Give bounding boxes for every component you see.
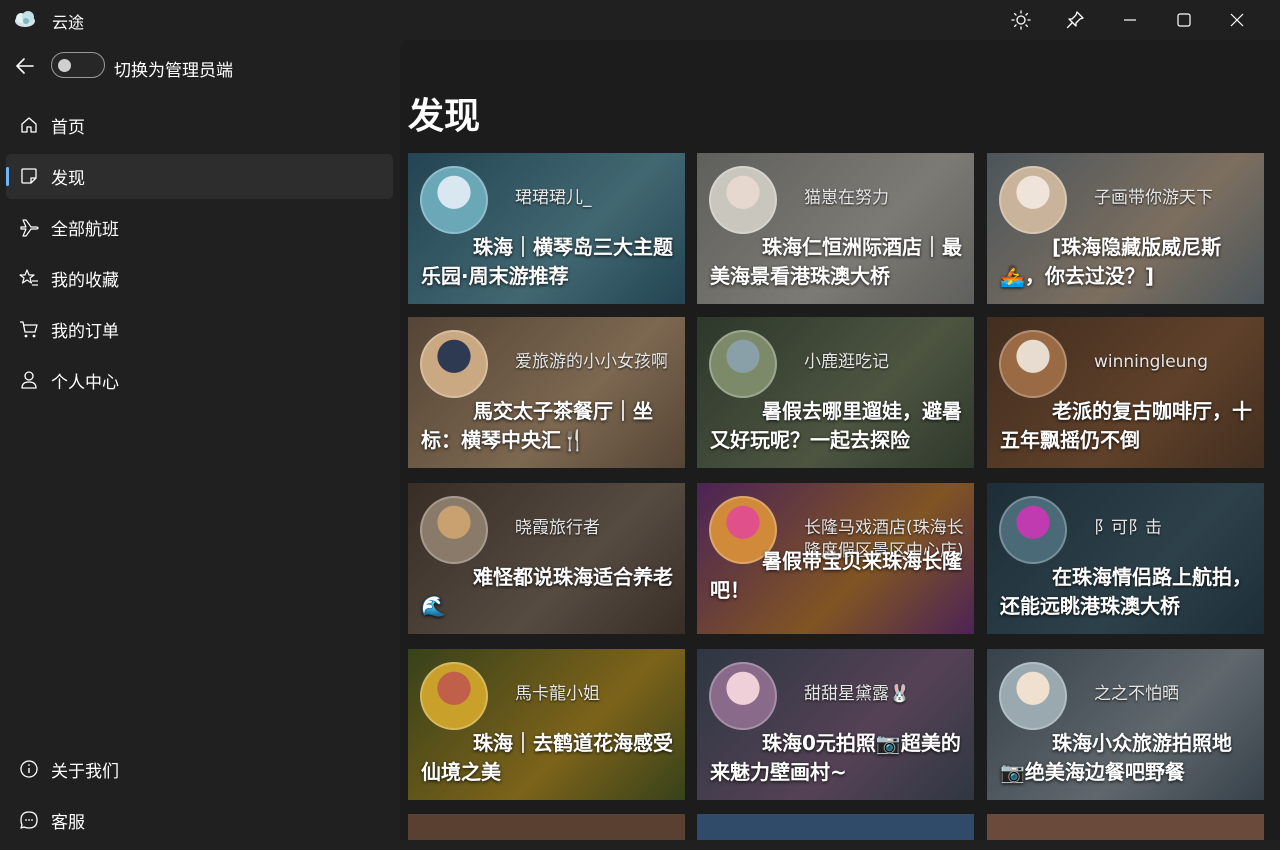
- nav-item-label: 客服: [51, 812, 85, 833]
- discover-card[interactable]: 小鹿逛吃记暑假去哪里遛娃，避暑又好玩呢？一起去探险: [697, 317, 974, 468]
- card-title: 老派的复古咖啡厅，十五年飘摇仍不倒: [1000, 399, 1252, 452]
- nav-item-favorites[interactable]: 我的收藏: [6, 256, 393, 301]
- card-title: 暑假带宝贝来珠海长隆吧！: [710, 549, 962, 602]
- cart-icon: [18, 318, 40, 340]
- discover-card[interactable]: [697, 814, 974, 840]
- nav-item-discover[interactable]: 发现: [6, 154, 393, 199]
- discover-card[interactable]: 子画带你游天下 [珠海隐藏版威尼斯🚣，你去过没？]: [987, 153, 1264, 304]
- nav-item-label: 发现: [51, 169, 85, 189]
- discover-card[interactable]: 之之不怕晒珠海小众旅游拍照地📷绝美海边餐吧野餐: [987, 649, 1264, 800]
- discover-card[interactable]: winningleung 老派的复古咖啡厅，十五年飘摇仍不倒: [987, 317, 1264, 468]
- discover-card[interactable]: 馬卡龍小姐珠海｜去鹤道花海感受仙境之美: [408, 649, 685, 800]
- discover-card[interactable]: 阝可阝击在珠海情侣路上航拍，还能远眺港珠澳大桥: [987, 483, 1264, 634]
- author-name: 猫崽在努力: [804, 188, 889, 208]
- minimize-icon: [1124, 19, 1136, 21]
- info-icon: [18, 758, 40, 780]
- author-name: 甜甜星黛露🐰: [804, 684, 911, 704]
- card-title: 珠海｜去鹤道花海感受仙境之美: [421, 731, 673, 784]
- admin-mode-toggle[interactable]: [51, 52, 105, 78]
- airplane-icon: [18, 216, 40, 238]
- note-icon: [18, 165, 40, 187]
- discover-card[interactable]: 长隆马戏酒店(珠海长隆度假区景区中心店) 暑假带宝贝来珠海长隆吧！: [697, 483, 974, 634]
- nav-item-label: 我的订单: [51, 322, 119, 342]
- app-window: 云途 切换为管理员端 首页 发现 全部航班 我的收藏 我的订单 个人中心 关于我…: [0, 0, 1280, 850]
- nav-item-support[interactable]: 客服: [6, 800, 393, 840]
- author-name: 晓霞旅行者: [515, 518, 600, 538]
- card-title: 珠海｜横琴岛三大主题乐园·周末游推荐: [421, 235, 673, 288]
- author-avatar[interactable]: [420, 166, 488, 234]
- author-avatar[interactable]: [999, 330, 1067, 398]
- author-name: 阝可阝击: [1094, 518, 1162, 538]
- home-icon: [18, 114, 40, 136]
- window-bottom-edge: [0, 840, 1280, 850]
- author-avatar[interactable]: [709, 662, 777, 730]
- nav-item-all-flights[interactable]: 全部航班: [6, 205, 393, 250]
- card-title: 珠海仁恒洲际酒店｜最美海景看港珠澳大桥: [710, 235, 962, 288]
- title-bar: 云途: [0, 0, 1280, 40]
- app-title: 云途: [52, 13, 85, 32]
- maximize-button[interactable]: [1158, 0, 1210, 40]
- discover-card[interactable]: 珺珺珺儿_ 珠海｜横琴岛三大主题乐园·周末游推荐: [408, 153, 685, 304]
- theme-toggle-button[interactable]: [995, 0, 1047, 40]
- card-title: 珠海0元拍照📷超美的来魅力壁画村~: [710, 731, 961, 784]
- maximize-icon: [1177, 13, 1191, 27]
- author-avatar[interactable]: [420, 496, 488, 564]
- author-name: 子画带你游天下: [1094, 188, 1213, 208]
- author-name: 馬卡龍小姐: [515, 684, 600, 704]
- close-icon: [1230, 13, 1244, 27]
- pin-button[interactable]: [1049, 0, 1101, 40]
- author-avatar[interactable]: [999, 496, 1067, 564]
- author-avatar[interactable]: [709, 330, 777, 398]
- author-name: 小鹿逛吃记: [804, 352, 889, 372]
- nav-item-label: 我的收藏: [51, 271, 119, 291]
- author-name: 珺珺珺儿_: [515, 188, 592, 208]
- nav-item-label: 全部航班: [51, 220, 119, 240]
- author-avatar[interactable]: [420, 662, 488, 730]
- author-avatar[interactable]: [420, 330, 488, 398]
- card-title: [珠海隐藏版威尼斯🚣，你去过没？]: [1000, 235, 1222, 288]
- discover-card[interactable]: [408, 814, 685, 840]
- author-avatar[interactable]: [999, 166, 1067, 234]
- nav-item-label: 首页: [51, 118, 85, 138]
- discover-card[interactable]: 爱旅游的小小女孩啊馬交太子茶餐厅｜坐标：横琴中央汇🍴: [408, 317, 685, 468]
- discover-card[interactable]: 晓霞旅行者难怪都说珠海适合养老🌊: [408, 483, 685, 634]
- close-button[interactable]: [1211, 0, 1263, 40]
- discover-card[interactable]: 猫崽在努力珠海仁恒洲际酒店｜最美海景看港珠澳大桥: [697, 153, 974, 304]
- back-button[interactable]: [8, 50, 42, 82]
- chat-icon: [18, 809, 40, 831]
- pin-icon: [1066, 11, 1084, 29]
- nav-item-orders[interactable]: 我的订单: [6, 307, 393, 352]
- card-title: 难怪都说珠海适合养老🌊: [421, 565, 673, 618]
- author-name: winningleung: [1094, 352, 1208, 372]
- content-panel: 发现 珺珺珺儿_ 珠海｜横琴岛三大主题乐园·周末游推荐 猫崽在努力 珠海仁恒洲际酒店｜…: [400, 40, 1280, 840]
- card-title: 馬交太子茶餐厅｜坐标：横琴中央汇🍴: [421, 399, 653, 452]
- card-title: 暑假去哪里遛娃，避暑又好玩呢？一起去探险: [710, 399, 962, 452]
- cloud-logo-icon: [13, 9, 37, 29]
- page-title: 发现: [408, 96, 481, 137]
- author-avatar[interactable]: [999, 662, 1067, 730]
- back-arrow-icon: [16, 58, 34, 74]
- sun-icon: [1011, 10, 1031, 30]
- author-name: 爱旅游的小小女孩啊: [515, 352, 668, 372]
- toggle-knob: [58, 59, 71, 72]
- nav-item-profile[interactable]: 个人中心: [6, 358, 393, 403]
- nav-item-about[interactable]: 关于我们: [6, 749, 393, 789]
- author-name: 之之不怕晒: [1094, 684, 1179, 704]
- nav-item-home[interactable]: 首页: [6, 103, 393, 148]
- discover-card[interactable]: 甜甜星黛露🐰 珠海0元拍照📷超美的来魅力壁画村~: [697, 649, 974, 800]
- admin-mode-label: 切换为管理员端: [114, 61, 233, 81]
- nav-item-label: 关于我们: [51, 761, 119, 782]
- star-list-icon: [18, 267, 40, 289]
- card-title: 在珠海情侣路上航拍，还能远眺港珠澳大桥: [1000, 565, 1252, 618]
- person-icon: [18, 369, 40, 391]
- card-title: 珠海小众旅游拍照地📷绝美海边餐吧野餐: [1000, 731, 1232, 784]
- minimize-button[interactable]: [1104, 0, 1156, 40]
- nav-item-label: 个人中心: [51, 373, 119, 393]
- discover-card[interactable]: [987, 814, 1264, 840]
- author-avatar[interactable]: [709, 166, 777, 234]
